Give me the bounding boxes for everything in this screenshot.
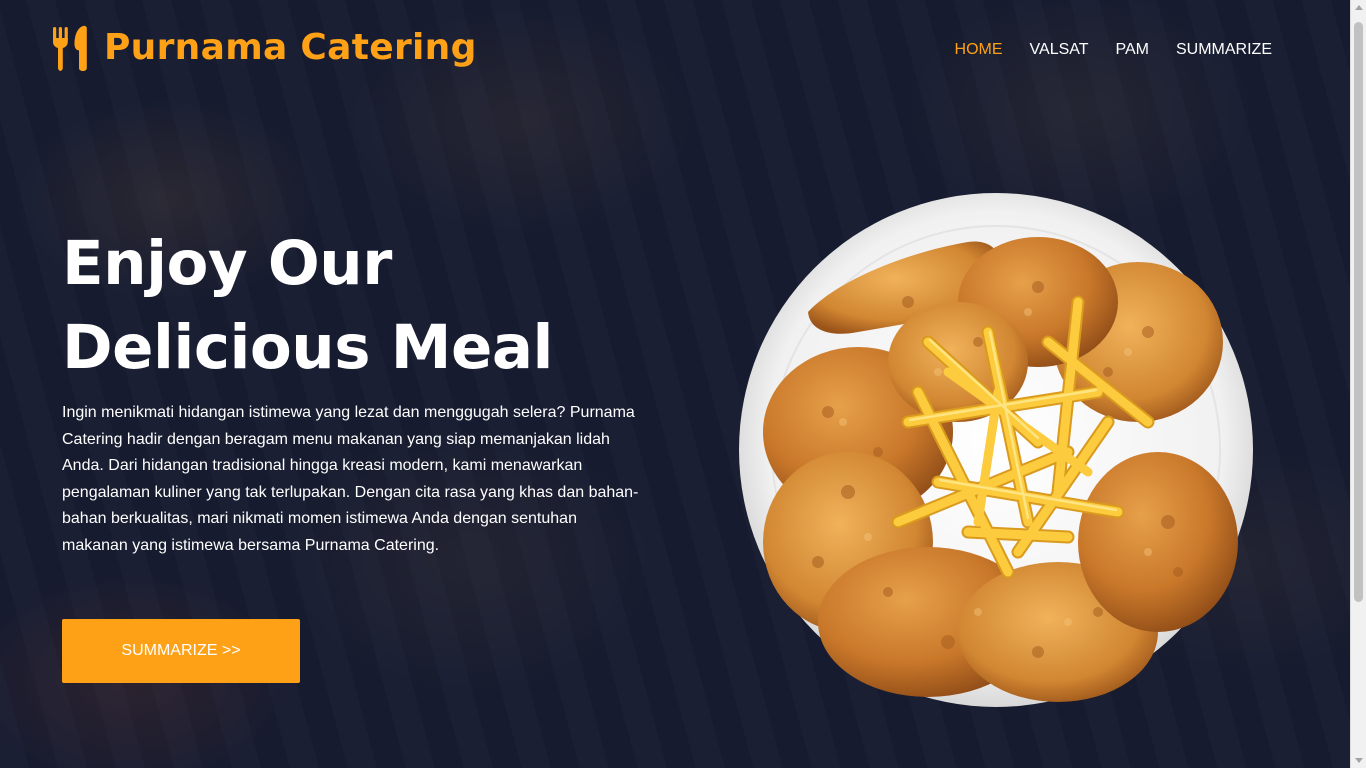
page: Purnama Catering HOME VALSAT PAM SUMMARI… [0, 0, 1350, 768]
navbar: Purnama Catering HOME VALSAT PAM SUMMARI… [0, 0, 1350, 100]
hero-title: Enjoy Our Delicious Meal [62, 222, 622, 390]
fried-chicken-plate-illustration [739, 193, 1253, 707]
main-nav: HOME VALSAT PAM SUMMARIZE [955, 40, 1272, 60]
scrollbar[interactable] [1350, 0, 1366, 768]
hero-title-line2: Delicious Meal [62, 312, 553, 383]
hero-title-line1: Enjoy Our [62, 228, 392, 299]
brand[interactable]: Purnama Catering [52, 24, 477, 72]
hero-description: Ingin menikmati hidangan istimewa yang l… [62, 404, 639, 554]
scroll-down-arrow-icon[interactable] [1355, 758, 1363, 763]
nav-valsat[interactable]: VALSAT [1030, 40, 1089, 60]
brand-name: Purnama Catering [104, 27, 477, 68]
hero-food-image [738, 192, 1254, 708]
summarize-button[interactable]: SUMMARIZE >> [62, 619, 300, 683]
nav-pam[interactable]: PAM [1116, 40, 1149, 60]
nav-summarize[interactable]: SUMMARIZE [1176, 40, 1272, 60]
scroll-up-arrow-icon[interactable] [1355, 5, 1363, 10]
scroll-thumb[interactable] [1354, 22, 1363, 602]
utensils-icon [53, 25, 87, 71]
nav-home[interactable]: HOME [955, 40, 1003, 60]
